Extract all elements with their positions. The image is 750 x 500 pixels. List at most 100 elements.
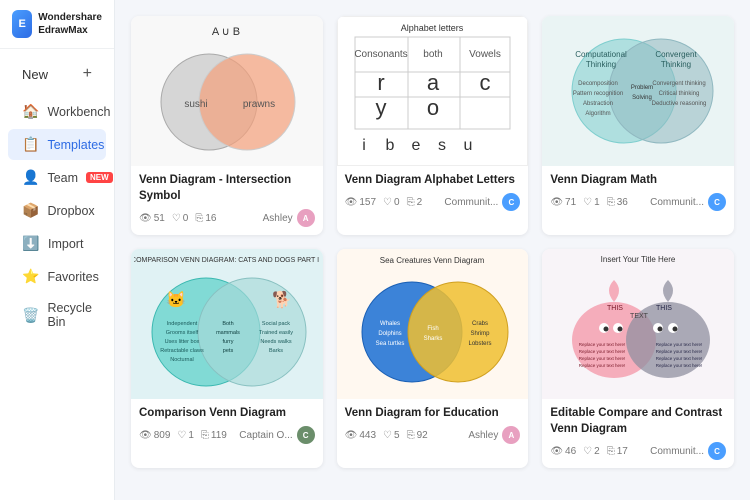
svg-text:Replace your text here!: Replace your text here! [655, 349, 702, 354]
card-stats: 👁 443 ♡ 5 ⎘ 92 [345, 430, 428, 441]
sidebar-item-templates[interactable]: 📋 Templates [8, 129, 106, 160]
template-card[interactable]: COMPARISON VENN DIAGRAM: CATS AND DOGS P… [131, 249, 323, 468]
svg-text:Nocturnal: Nocturnal [171, 357, 195, 363]
svg-text:Social pack: Social pack [262, 321, 290, 327]
sidebar-item-label: Dropbox [47, 204, 94, 218]
card-meta: 👁 46 ♡ 2 ⎘ 17 Communit... C [550, 442, 726, 460]
svg-text:sushi: sushi [185, 99, 208, 110]
card-thumbnail: Sea Creatures Venn Diagram Whales Dolphi… [337, 249, 529, 399]
sidebar-item-team[interactable]: 👤 Team NEW [8, 162, 106, 193]
svg-text:A ∪ B: A ∪ B [212, 26, 240, 38]
copies-stat: ⎘ 36 [607, 197, 628, 208]
sidebar-item-import[interactable]: ⬇️ Import [8, 228, 106, 259]
author-name: Ashley [468, 430, 498, 441]
views-stat: 👁 46 [550, 446, 576, 457]
card-info: Venn Diagram for Education 👁 443 ♡ 5 ⎘ 9… [337, 399, 529, 452]
main-content: A ∪ B sushi prawns Venn Diagram - Inters… [115, 0, 750, 500]
svg-text:Retractable claws: Retractable claws [161, 348, 205, 354]
views-stat: 👁 71 [550, 197, 576, 208]
svg-text:Barks: Barks [269, 348, 283, 354]
svg-text:Algorithm: Algorithm [585, 111, 610, 117]
card-thumbnail: Insert Your Title Here [542, 249, 734, 399]
copies-stat: ⎘ 2 [407, 197, 423, 208]
card-info: Venn Diagram - Intersection Symbol 👁 51 … [131, 166, 323, 235]
svg-text:Both: Both [223, 321, 234, 327]
copies-stat: ⎘ 16 [195, 213, 216, 224]
card-info: Comparison Venn Diagram 👁 809 ♡ 1 ⎘ 119 … [131, 399, 323, 452]
svg-text:c: c [479, 70, 490, 95]
svg-text:🐱: 🐱 [166, 291, 186, 309]
favorites-icon: ⭐ [22, 268, 39, 285]
card-info: Editable Compare and Contrast Venn Diagr… [542, 399, 734, 468]
svg-text:Insert Your Title Here: Insert Your Title Here [600, 255, 675, 264]
svg-text:Critical thinking: Critical thinking [658, 91, 699, 97]
svg-text:Replace your text here!: Replace your text here! [655, 356, 702, 361]
svg-text:Sharks: Sharks [424, 336, 443, 342]
card-title: Editable Compare and Contrast Venn Diagr… [550, 405, 726, 437]
views-stat: 👁 443 [345, 430, 376, 441]
author-avatar: A [502, 426, 520, 444]
svg-text:Decomposition: Decomposition [578, 81, 618, 87]
sidebar-item-label: Import [48, 237, 83, 251]
sidebar-item-workbench[interactable]: 🏠 Workbench [8, 96, 106, 127]
svg-text:Consonants: Consonants [354, 49, 407, 60]
author-name: Communit... [444, 197, 498, 208]
svg-text:Computational: Computational [575, 50, 627, 59]
card-title: Venn Diagram - Intersection Symbol [139, 172, 315, 204]
svg-text:e: e [412, 137, 421, 154]
svg-text:Sea Creatures Venn Diagram: Sea Creatures Venn Diagram [380, 256, 485, 265]
author-avatar: A [297, 209, 315, 227]
card-info: Venn Diagram Math 👁 71 ♡ 1 ⎘ 36 Communit… [542, 166, 734, 219]
sidebar-item-dropbox[interactable]: 📦 Dropbox [8, 195, 106, 226]
author-avatar: C [297, 426, 315, 444]
card-title: Venn Diagram Math [550, 172, 726, 188]
svg-text:Problem: Problem [630, 85, 652, 91]
new-badge: NEW [86, 172, 113, 183]
likes-stat: ♡ 5 [383, 430, 400, 441]
views-stat: 👁 51 [139, 213, 165, 224]
template-card[interactable]: A ∪ B sushi prawns Venn Diagram - Inters… [131, 16, 323, 235]
svg-text:prawns: prawns [243, 99, 275, 110]
sidebar-item-favorites[interactable]: ⭐ Favorites [8, 261, 106, 292]
svg-text:Replace your text here!: Replace your text here! [578, 356, 625, 361]
svg-text:u: u [464, 137, 473, 154]
svg-text:Grooms itself: Grooms itself [166, 330, 199, 336]
card-title: Venn Diagram Alphabet Letters [345, 172, 521, 188]
svg-text:Replace your text here!: Replace your text here! [655, 342, 702, 347]
svg-text:Convergent: Convergent [655, 50, 697, 59]
new-button[interactable]: New + [8, 57, 106, 91]
card-meta: 👁 51 ♡ 0 ⎘ 16 Ashley A [139, 209, 315, 227]
svg-text:i: i [362, 137, 366, 154]
template-card[interactable]: Insert Your Title Here [542, 249, 734, 468]
sidebar-item-recycle[interactable]: 🗑️ Recycle Bin [8, 294, 106, 336]
author-name: Communit... [650, 446, 704, 457]
views-stat: 👁 157 [345, 197, 376, 208]
sidebar-item-label: Workbench [47, 105, 110, 119]
new-label: New [22, 67, 48, 82]
sidebar-item-label: Templates [47, 138, 104, 152]
card-meta: 👁 809 ♡ 1 ⎘ 119 Captain O... C [139, 426, 315, 444]
card-info: Venn Diagram Alphabet Letters 👁 157 ♡ 0 … [337, 166, 529, 219]
card-stats: 👁 46 ♡ 2 ⎘ 17 [550, 446, 627, 457]
svg-text:pets: pets [223, 348, 234, 354]
svg-text:Lobsters: Lobsters [468, 341, 491, 347]
template-card[interactable]: Alphabet letters r a c y o Consonants bo… [337, 16, 529, 235]
import-icon: ⬇️ [22, 235, 40, 252]
svg-text:Trained easily: Trained easily [259, 330, 293, 336]
card-author: Ashley A [468, 426, 520, 444]
card-meta: 👁 71 ♡ 1 ⎘ 36 Communit... C [550, 193, 726, 211]
svg-text:Needs walks: Needs walks [261, 339, 292, 345]
svg-text:Replace your text here!: Replace your text here! [578, 342, 625, 347]
author-name: Communit... [650, 197, 704, 208]
card-stats: 👁 157 ♡ 0 ⎘ 2 [345, 197, 422, 208]
author-avatar: C [708, 193, 726, 211]
template-card[interactable]: Sea Creatures Venn Diagram Whales Dolphi… [337, 249, 529, 468]
card-author: Communit... C [650, 193, 726, 211]
recycle-icon: 🗑️ [22, 307, 39, 324]
likes-stat: ♡ 1 [583, 197, 600, 208]
template-card[interactable]: Computational Thinking Convergent Thinki… [542, 16, 734, 235]
logo-icon: E [12, 10, 32, 38]
author-avatar: C [708, 442, 726, 460]
svg-text:THIS: THIS [656, 305, 672, 312]
card-meta: 👁 443 ♡ 5 ⎘ 92 Ashley A [345, 426, 521, 444]
